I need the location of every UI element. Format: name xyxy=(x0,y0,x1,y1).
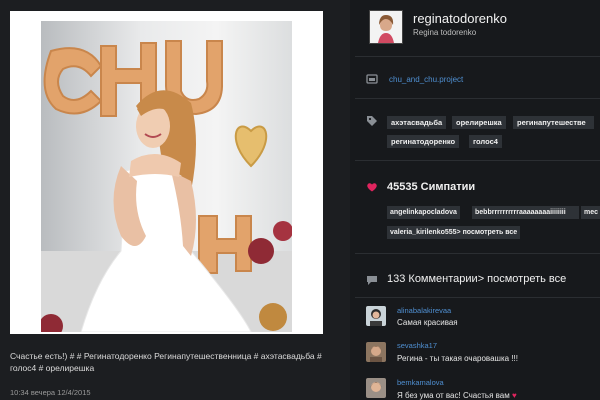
location-link[interactable]: chu_and_chu.project xyxy=(389,75,463,84)
comment-avatar[interactable] xyxy=(366,342,386,362)
profile-photo-icon xyxy=(370,11,402,43)
comment-username[interactable]: alinabalakirevaa xyxy=(397,306,451,315)
liker-chip[interactable]: angelinkapocladova xyxy=(387,206,460,219)
hashtag-chip[interactable]: голос4 xyxy=(469,135,502,148)
post-photo[interactable] xyxy=(41,21,292,332)
comment-username[interactable]: bemkamalova xyxy=(397,378,444,387)
hashtag-chip[interactable]: регинатодоренко xyxy=(387,135,460,148)
photo-frame xyxy=(10,11,323,334)
profile-full-name: Regina todorenko xyxy=(413,28,477,37)
divider xyxy=(355,297,600,298)
comment-text: Самая красивая xyxy=(397,318,458,327)
post-timestamp: 10:34 вечера 12/4/2015 xyxy=(10,388,91,397)
heart-emoji-icon: ♥ xyxy=(512,391,517,400)
likes-count[interactable]: 45535 Симпатии xyxy=(387,181,475,193)
comments-header[interactable]: 133 Комментарии> посмотреть все xyxy=(387,273,566,285)
tag-icon xyxy=(366,115,378,127)
profile-avatar[interactable] xyxy=(369,10,403,44)
hashtag-chip[interactable]: орелирешка xyxy=(452,116,506,129)
comment-text: Я без ума от вас! Счастья вам ♥ xyxy=(397,391,517,400)
comment-avatar[interactable] xyxy=(366,306,386,326)
hashtag-chip[interactable]: регинапутешестве xyxy=(513,116,594,129)
comment-icon xyxy=(366,274,378,286)
divider xyxy=(355,98,600,99)
comment-username[interactable]: sevashka17 xyxy=(397,341,437,350)
heart-icon[interactable] xyxy=(366,181,378,193)
wedding-photo-illustration xyxy=(41,40,292,332)
comment-avatar[interactable] xyxy=(366,378,386,398)
view-all-likes-link[interactable]: valeria_kirilenko555> посмотреть все xyxy=(387,226,521,239)
divider xyxy=(355,253,600,254)
comment-text-value: Я без ума от вас! Счастья вам xyxy=(397,391,510,400)
post-panel: Счастье есть!) # # Регинатодоренко Регин… xyxy=(0,0,350,400)
divider xyxy=(355,56,600,57)
liker-chip[interactable]: bebbrrrrrrrrrraaaaaaaaiiiiiiii xyxy=(472,206,579,219)
profile-username[interactable]: reginatodorenko xyxy=(413,11,507,26)
comment-text: Регина - ты такая очаровашка !!! xyxy=(397,354,518,363)
divider xyxy=(355,160,600,161)
location-pin-icon xyxy=(366,73,378,85)
post-caption: Счастье есть!) # # Регинатодоренко Регин… xyxy=(10,351,322,373)
hashtag-chip[interactable]: ахэтасвадьба xyxy=(387,116,447,129)
liker-chip[interactable]: mec xyxy=(581,206,600,219)
